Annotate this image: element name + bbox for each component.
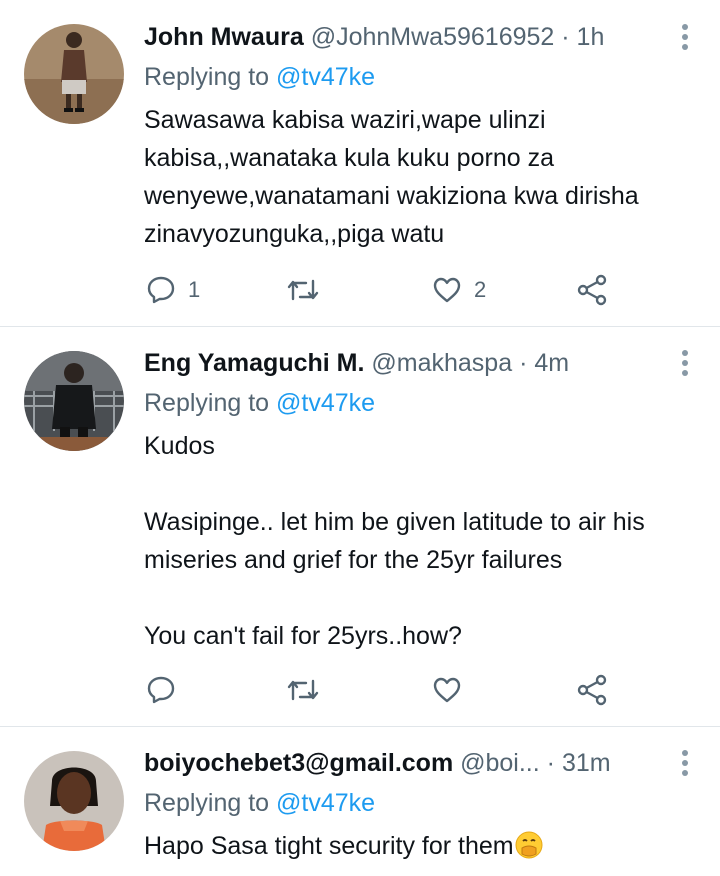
tweet-header: boiyochebet3@gmail.com @boi... · 31m — [144, 743, 700, 783]
tweet-text: Hapo Sasa tight security for them — [144, 832, 514, 860]
reply-button[interactable]: 1 — [146, 270, 200, 310]
avatar-eng-yamaguchi[interactable] — [24, 351, 124, 451]
replying-to-mention[interactable]: @tv47ke — [276, 789, 375, 817]
replying-to: Replying to @tv47ke — [144, 783, 700, 823]
reply-icon — [146, 275, 176, 305]
replying-to: Replying to @tv47ke — [144, 57, 700, 97]
share-icon — [576, 274, 608, 306]
like-count: 2 — [474, 277, 487, 302]
replying-to-mention[interactable]: @tv47ke — [276, 389, 375, 417]
replying-to: Replying to @tv47ke — [144, 383, 700, 423]
tweet-actions — [144, 670, 644, 710]
avatar-john-mwaura[interactable] — [24, 24, 124, 124]
timestamp[interactable]: 31m — [562, 749, 611, 777]
tweet-2[interactable]: Eng Yamaguchi M. @makhaspa · 4m Replying… — [0, 327, 720, 726]
more-options-icon[interactable] — [670, 747, 700, 779]
retweet-button[interactable] — [286, 670, 332, 710]
separator-dot: · — [546, 749, 555, 777]
tweet-text: Sawasawa kabisa waziri,wape ulinzi kabis… — [144, 106, 646, 248]
reply-icon — [146, 675, 176, 705]
reply-count: 1 — [188, 277, 201, 302]
replying-to-mention[interactable]: @tv47ke — [276, 63, 375, 91]
share-icon — [576, 674, 608, 706]
separator-dot: · — [519, 349, 528, 377]
share-button[interactable] — [576, 670, 608, 710]
display-name[interactable]: Eng Yamaguchi M. — [144, 349, 364, 377]
replying-to-label: Replying to — [144, 389, 270, 417]
separator-dot: · — [561, 23, 570, 51]
retweet-button[interactable] — [286, 270, 332, 310]
like-icon — [432, 275, 462, 305]
tweet-3[interactable]: boiyochebet3@gmail.com @boi... · 31m Rep… — [0, 727, 720, 876]
more-options-icon[interactable] — [670, 21, 700, 53]
tweet-header: Eng Yamaguchi M. @makhaspa · 4m — [144, 343, 700, 383]
retweet-icon — [286, 275, 320, 305]
face-with-hand-over-mouth-emoji — [514, 830, 544, 860]
more-options-icon[interactable] — [670, 347, 700, 379]
like-icon — [432, 675, 462, 705]
timestamp[interactable]: 1h — [577, 23, 605, 51]
reply-button[interactable] — [146, 670, 188, 710]
avatar-boiyochebet[interactable] — [24, 751, 124, 851]
user-handle[interactable]: @JohnMwa59616952 — [311, 23, 555, 51]
share-button[interactable] — [576, 270, 608, 310]
replying-to-label: Replying to — [144, 63, 270, 91]
tweet-text: Kudos Wasipinge.. let him be given latit… — [144, 432, 645, 650]
display-name[interactable]: John Mwaura — [144, 23, 304, 51]
timestamp[interactable]: 4m — [534, 349, 569, 377]
user-handle[interactable]: @makhaspa — [371, 349, 512, 377]
user-handle[interactable]: @boi... — [460, 749, 540, 777]
replying-to-label: Replying to — [144, 789, 270, 817]
like-button[interactable] — [432, 670, 474, 710]
retweet-icon — [286, 675, 320, 705]
like-button[interactable]: 2 — [432, 270, 486, 310]
display-name[interactable]: boiyochebet3@gmail.com — [144, 749, 453, 777]
tweet-actions: 1 2 — [144, 270, 644, 310]
tweet-text-container: Hapo Sasa tight security for them — [144, 827, 700, 865]
tweet-1[interactable]: John Mwaura @JohnMwa59616952 · 1h Replyi… — [0, 0, 720, 326]
tweet-header: John Mwaura @JohnMwa59616952 · 1h — [144, 17, 700, 57]
